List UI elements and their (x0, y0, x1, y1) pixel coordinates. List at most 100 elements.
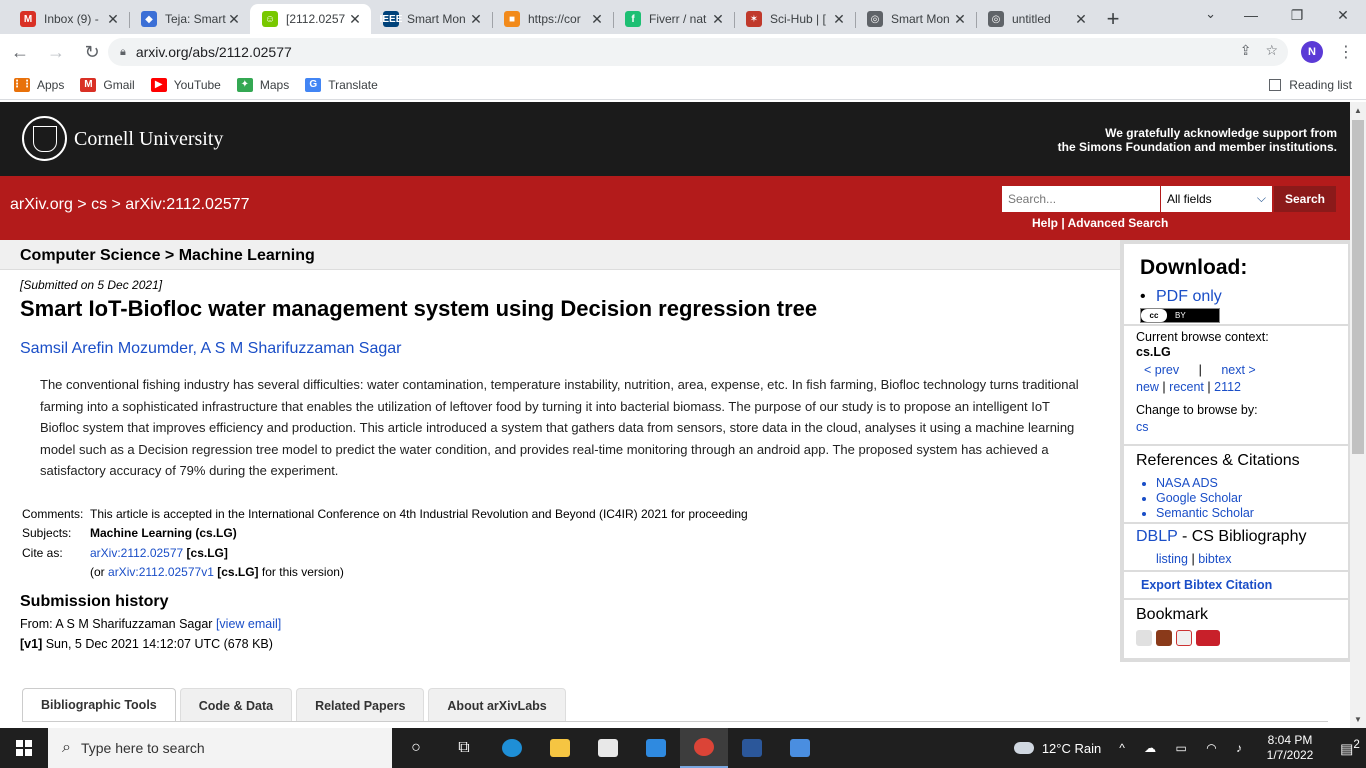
bookmark-item[interactable]: ▶ YouTube (150, 77, 221, 92)
bookmark-title: Bookmark (1136, 606, 1209, 623)
bottom-tab[interactable]: Bibliographic Tools (22, 688, 176, 722)
recent-link[interactable]: recent (1169, 380, 1204, 394)
close-tab-icon[interactable]: ✕ (1073, 11, 1089, 28)
browser-tab[interactable]: f Fiverr / nat ✕ (613, 4, 734, 34)
browser-tab[interactable]: ■ https://cor ✕ (492, 4, 613, 34)
cite-alt-category: [cs.LG] (217, 565, 259, 580)
help-advanced-search-links[interactable]: Help | Advanced Search (1032, 216, 1168, 230)
reference-link[interactable]: NASA ADS (1156, 476, 1254, 491)
close-tab-icon[interactable]: ✕ (226, 11, 242, 28)
paper-authors[interactable]: Samsil Arefin Mozumder, A S M Sharifuzza… (20, 340, 402, 358)
restore-icon[interactable]: ❐ (1274, 0, 1320, 30)
edge-icon[interactable] (488, 728, 536, 768)
cortana-icon[interactable]: ○ (392, 728, 440, 768)
browser-tab[interactable]: M Inbox (9) - ✕ (8, 4, 129, 34)
bookmark-star-icon[interactable]: ☆ (1265, 42, 1278, 59)
close-tab-icon[interactable]: ✕ (831, 11, 847, 28)
word-icon[interactable] (728, 728, 776, 768)
reddit-icon[interactable] (1176, 630, 1192, 646)
bottom-tab[interactable]: About arXivLabs (428, 688, 566, 722)
tab-search-icon[interactable]: ⌄ (1205, 6, 1216, 22)
task-view-icon[interactable]: ⧉ (440, 728, 488, 768)
mendeley-icon[interactable] (1156, 630, 1172, 646)
close-tab-icon[interactable]: ✕ (710, 11, 726, 28)
search-field-select[interactable]: All fields ⌵ (1161, 186, 1272, 212)
browser-tab[interactable]: ◎ untitled ✕ (976, 4, 1097, 34)
cornell-seal-icon[interactable] (22, 116, 67, 161)
browser-tab[interactable]: ✶ Sci-Hub | [✕ (734, 4, 855, 34)
browser-tab[interactable]: IEEE Smart Mon ✕ (371, 4, 492, 34)
lock-icon[interactable]: 🔒︎ (120, 46, 126, 59)
reading-list-button[interactable]: Reading list (1269, 78, 1352, 92)
photos-icon[interactable] (776, 728, 824, 768)
subjects-label: Subjects: (22, 526, 72, 541)
scroll-down-icon[interactable]: ▼ (1354, 715, 1362, 724)
breadcrumb[interactable]: arXiv.org > cs > arXiv:2112.02577 (10, 196, 250, 214)
close-tab-icon[interactable]: ✕ (105, 11, 121, 28)
bookmark-item[interactable]: ✦ Maps (236, 77, 289, 92)
browse-cs-link[interactable]: cs (1136, 420, 1149, 434)
browser-tab[interactable]: ◆ Teja: Smart ✕ (129, 4, 250, 34)
bottom-tab[interactable]: Related Papers (296, 688, 425, 722)
tray-icons[interactable]: ^ ☁ ▭ ◠ ♪ (1119, 741, 1250, 755)
references-box: References & Citations NASA ADSGoogle Sc… (1124, 446, 1348, 522)
scroll-thumb[interactable] (1352, 120, 1364, 454)
close-tab-icon[interactable]: ✕ (468, 11, 484, 28)
close-tab-icon[interactable]: ✕ (952, 11, 968, 28)
reload-icon[interactable]: ↻ (76, 36, 108, 68)
next-link[interactable]: next > (1221, 363, 1255, 377)
file-explorer-icon[interactable] (536, 728, 584, 768)
view-email-link[interactable]: [view email] (216, 617, 281, 631)
notifications-icon[interactable]: ▤2 (1334, 738, 1366, 758)
minimize-icon[interactable]: — (1228, 0, 1274, 30)
new-tab-button[interactable]: + (1097, 4, 1129, 34)
pdf-link[interactable]: PDF only (1140, 288, 1222, 306)
chrome-icon[interactable] (680, 728, 728, 768)
address-bar[interactable]: 🔒︎ arxiv.org/abs/2112.02577 ⇪ ☆ (108, 38, 1288, 66)
bottom-tab[interactable]: Code & Data (179, 688, 293, 722)
weather-widget[interactable]: 12°C Rain (1013, 741, 1101, 756)
new-link[interactable]: new (1136, 380, 1159, 394)
reading-list-label: Reading list (1289, 78, 1352, 92)
mail-icon[interactable] (632, 728, 680, 768)
search-input[interactable]: Search... (1002, 186, 1160, 212)
tab-favicon-icon: IEEE (380, 11, 402, 27)
taskbar-search[interactable]: ⌕ Type here to search (48, 728, 392, 768)
prev-link[interactable]: < prev (1144, 363, 1179, 377)
month-link[interactable]: 2112 (1214, 380, 1241, 394)
dblp-link[interactable]: DBLP (1136, 528, 1178, 545)
reference-link[interactable]: Google Scholar (1156, 491, 1254, 506)
close-tab-icon[interactable]: ✕ (589, 11, 605, 28)
export-bibtex-link[interactable]: Export Bibtex Citation (1141, 578, 1272, 592)
clock[interactable]: 8:04 PM 1/7/2022 (1260, 733, 1320, 763)
dblp-bibtex-link[interactable]: bibtex (1198, 552, 1231, 566)
tab-favicon-icon: ✶ (746, 11, 762, 27)
university-name[interactable]: Cornell University (74, 128, 223, 151)
version-label[interactable]: [v1] (20, 637, 42, 651)
bookmark-item[interactable]: M Gmail (80, 77, 135, 92)
browser-tab[interactable]: ☺ [2112.0257 ✕ (250, 4, 371, 34)
dblp-listing-link[interactable]: listing (1156, 552, 1188, 566)
browser-menu-icon[interactable]: ⋮ (1338, 42, 1354, 62)
profile-avatar[interactable]: N (1301, 41, 1323, 63)
sciencewise-icon[interactable] (1196, 630, 1220, 646)
scroll-up-icon[interactable]: ▲ (1354, 106, 1362, 115)
bookmark-item[interactable]: G Translate (305, 77, 378, 92)
close-tab-icon[interactable]: ✕ (347, 11, 363, 28)
start-button[interactable] (0, 728, 48, 768)
bookmark-item[interactable]: ⋮⋮ Apps (12, 77, 64, 92)
store-icon[interactable] (584, 728, 632, 768)
license-badge[interactable]: cc BY (1140, 308, 1220, 323)
bibsonomy-icon[interactable] (1136, 630, 1152, 646)
close-window-icon[interactable]: ✕ (1320, 0, 1366, 30)
reference-link[interactable]: Semantic Scholar (1156, 506, 1254, 521)
browser-tab[interactable]: ◎ Smart Mon ✕ (855, 4, 976, 34)
forward-icon[interactable]: → (40, 36, 72, 68)
prev-next-links: < prev | next > (1144, 363, 1256, 377)
share-icon[interactable]: ⇪ (1240, 42, 1252, 59)
back-icon[interactable]: ← (4, 36, 36, 68)
cite-link[interactable]: arXiv:2112.02577 (90, 546, 183, 560)
search-button[interactable]: Search (1274, 186, 1336, 212)
page-scrollbar[interactable]: ▲ ▼ (1350, 102, 1366, 728)
cite-version-link[interactable]: arXiv:2112.02577v1 (108, 565, 214, 579)
